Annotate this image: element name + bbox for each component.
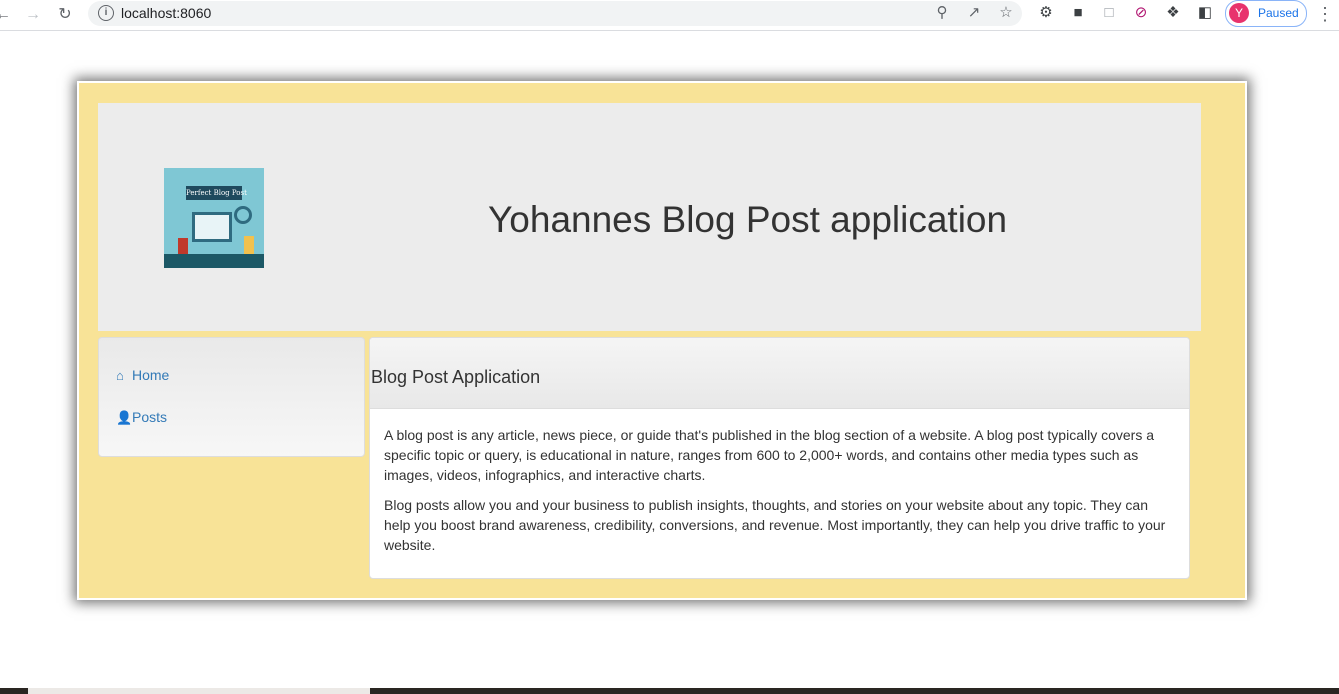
logo-pencils bbox=[244, 236, 254, 254]
info-icon[interactable]: i bbox=[98, 5, 114, 21]
back-arrow-icon[interactable]: ← bbox=[0, 4, 14, 26]
logo-desk bbox=[164, 254, 264, 268]
taskbar-window bbox=[28, 688, 370, 694]
site-logo: Perfect Blog Post bbox=[164, 168, 264, 268]
home-icon: ⌂ bbox=[116, 368, 124, 383]
forward-arrow-icon[interactable]: → bbox=[22, 4, 44, 26]
profile-button[interactable]: Y Paused bbox=[1225, 0, 1307, 27]
profile-status: Paused bbox=[1258, 6, 1299, 20]
browser-toolbar: ← → ↻ i localhost:8060 ⚲ ↗ ☆ ⚙ ■ □ ⊘ ❖ ◧… bbox=[0, 0, 1339, 31]
logo-ribbon: Perfect Blog Post bbox=[186, 186, 247, 200]
block-icon[interactable]: ⊘ bbox=[1132, 4, 1150, 22]
logo-magnifier bbox=[234, 206, 252, 224]
screen-icon[interactable]: ■ bbox=[1069, 4, 1087, 22]
sidebar-item-posts[interactable]: 👤Posts bbox=[116, 409, 167, 426]
site-title: Yohannes Blog Post application bbox=[488, 199, 1008, 240]
page-frame: Perfect Blog Post Yohannes Blog Post app… bbox=[77, 81, 1247, 600]
logo-screen bbox=[192, 212, 232, 242]
zoom-icon[interactable]: ⚲ bbox=[933, 4, 951, 22]
taskbar-strip bbox=[0, 688, 1339, 694]
extension-icon[interactable]: ⚙ bbox=[1037, 4, 1055, 22]
paragraph: A blog post is any article, news piece, … bbox=[384, 427, 1155, 483]
sidebar-item-label: Posts bbox=[132, 409, 168, 425]
address-bar[interactable]: i localhost:8060 ⚲ ↗ ☆ bbox=[88, 1, 1022, 26]
share-icon[interactable]: ↗ bbox=[965, 4, 983, 22]
sidebar-nav: ⌂ Home 👤Posts bbox=[98, 337, 365, 457]
capture-icon[interactable]: □ bbox=[1100, 4, 1118, 22]
menu-dots-icon[interactable]: ⋮ bbox=[1316, 4, 1334, 24]
person-icon: 👤 bbox=[116, 410, 133, 425]
star-icon[interactable]: ☆ bbox=[997, 4, 1015, 22]
paragraph: Blog posts allow you and your business t… bbox=[384, 497, 1166, 553]
logo-cup bbox=[178, 238, 188, 254]
panel-title: Blog Post Application bbox=[371, 367, 541, 387]
sidepanel-icon[interactable]: ◧ bbox=[1196, 4, 1214, 22]
panel-heading: Blog Post Application bbox=[370, 338, 1189, 409]
puzzle-icon[interactable]: ❖ bbox=[1164, 4, 1182, 22]
reload-icon[interactable]: ↻ bbox=[54, 4, 76, 26]
site-header: Perfect Blog Post Yohannes Blog Post app… bbox=[98, 103, 1201, 331]
sidebar-item-label: Home bbox=[132, 367, 170, 383]
panel-body: A blog post is any article, news piece, … bbox=[384, 425, 1174, 565]
url-text: localhost:8060 bbox=[121, 5, 212, 21]
sidebar-item-home[interactable]: ⌂ Home bbox=[116, 367, 169, 383]
avatar: Y bbox=[1229, 3, 1249, 23]
content-panel: Blog Post Application A blog post is any… bbox=[369, 337, 1190, 579]
